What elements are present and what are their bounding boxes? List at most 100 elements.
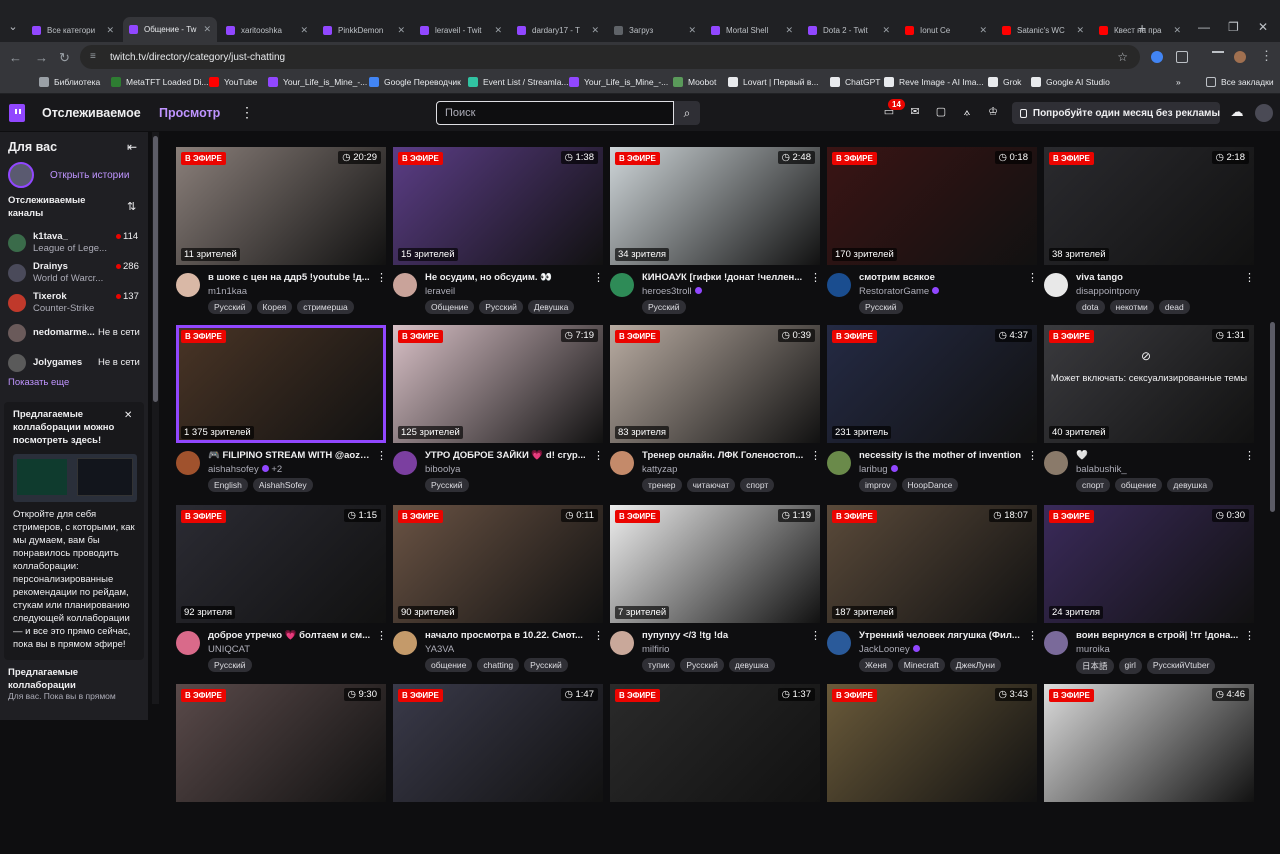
- streamer-name[interactable]: laribug: [859, 464, 898, 475]
- bookmark-item[interactable]: Grok: [988, 77, 1021, 87]
- stream-thumbnail[interactable]: В ЭФИРЕ 1 375 зрителей: [176, 325, 386, 443]
- browser-tab[interactable]: Общение - Tw ✕: [123, 17, 217, 42]
- bookmark-item[interactable]: ChatGPT: [830, 77, 880, 87]
- bookmark-item[interactable]: Google AI Studio: [1031, 77, 1110, 87]
- more-bookmarks-icon[interactable]: »: [1176, 77, 1181, 87]
- stream-tag[interactable]: девушка: [728, 658, 775, 672]
- streamer-name[interactable]: aishahsofey +2: [208, 464, 282, 475]
- crown-icon[interactable]: ♔: [986, 105, 1000, 119]
- stream-card[interactable]: В ЭФИРЕ ◷ 0:11 90 зрителей начало просмотра…: [393, 505, 604, 675]
- stream-card[interactable]: В ЭФИРЕ ◷ 1:31 ⊘ Может включать: сексуализи…: [1044, 325, 1255, 495]
- streamer-avatar[interactable]: [393, 273, 417, 297]
- card-more-icon[interactable]: ⋮: [593, 271, 604, 284]
- stream-thumbnail[interactable]: В ЭФИРЕ ◷ 0:11 90 зрителей: [393, 505, 603, 623]
- stream-tag[interactable]: Общение: [425, 300, 475, 314]
- card-more-icon[interactable]: ⋮: [593, 629, 604, 642]
- close-window-icon[interactable]: ✕: [1258, 20, 1268, 34]
- browser-tab[interactable]: PinkkDemon ✕: [317, 19, 411, 41]
- stream-tag[interactable]: girl: [1118, 658, 1142, 674]
- browser-tab[interactable]: Загруз ✕: [608, 19, 702, 41]
- streamer-avatar[interactable]: [827, 451, 851, 475]
- stream-card[interactable]: В ЭФИРЕ ◷ 2:18 38 зрителей viva tango disapp…: [1044, 147, 1255, 317]
- browser-tab[interactable]: Ionut Ce ✕: [899, 19, 993, 41]
- bookmark-star-icon[interactable]: ☆: [1117, 50, 1128, 64]
- address-bar[interactable]: ≡ twitch.tv/directory/category/just-chat…: [80, 45, 1140, 69]
- stream-thumbnail[interactable]: В ЭФИРЕ ◷ 4:46: [1044, 684, 1254, 802]
- streamer-name[interactable]: UNIQCAT: [208, 644, 250, 655]
- streamer-name[interactable]: JackLooney: [859, 644, 920, 655]
- card-more-icon[interactable]: ⋮: [1027, 629, 1038, 642]
- stream-thumbnail[interactable]: В ЭФИРЕ ◷ 2:48 34 зрителя: [610, 147, 820, 265]
- stream-card[interactable]: В ЭФИРЕ ◷ 18:07 187 зрителей Утренний челов…: [827, 505, 1038, 675]
- search-icon[interactable]: ⌕: [674, 101, 700, 125]
- stream-card[interactable]: В ЭФИРЕ ◷ 0:18 170 зрителей смотрим всякое R…: [827, 147, 1038, 317]
- stream-thumbnail[interactable]: В ЭФИРЕ ◷ 4:37 231 зритель: [827, 325, 1037, 443]
- streamer-name[interactable]: biboolya: [425, 464, 460, 475]
- streamer-avatar[interactable]: [610, 451, 634, 475]
- stream-thumbnail[interactable]: В ЭФИРЕ ◷ 18:07 187 зрителей: [827, 505, 1037, 623]
- sidebar-channel[interactable]: Drainys World of Warcr... 286: [8, 260, 142, 288]
- streamer-avatar[interactable]: [1044, 273, 1068, 297]
- stream-title[interactable]: viva tango: [1076, 272, 1241, 283]
- twitch-logo-icon[interactable]: [9, 104, 25, 122]
- stream-tag[interactable]: Русский: [208, 658, 252, 672]
- stream-tag[interactable]: Русский: [524, 658, 568, 672]
- stream-tag[interactable]: dota: [1076, 300, 1105, 314]
- streamer-name[interactable]: RestoratorGame: [859, 286, 940, 297]
- site-info-icon[interactable]: ≡: [90, 52, 100, 62]
- close-tab-icon[interactable]: ✕: [106, 25, 114, 36]
- nav-following[interactable]: Отслеживаемое: [42, 106, 141, 120]
- stream-thumbnail[interactable]: В ЭФИРЕ ◷ 0:18 170 зрителей: [827, 147, 1037, 265]
- browser-tab[interactable]: xaritooshka ✕: [220, 19, 314, 41]
- streamer-avatar[interactable]: [176, 631, 200, 655]
- stream-card[interactable]: В ЭФИРЕ ◷ 4:46: [1044, 684, 1254, 854]
- sidebar-scrollbar[interactable]: [152, 132, 159, 704]
- bits-icon[interactable]: ⟑: [960, 105, 974, 119]
- card-more-icon[interactable]: ⋮: [376, 271, 387, 284]
- stream-card[interactable]: В ЭФИРЕ ◷ 4:37 231 зритель necessity is the…: [827, 325, 1038, 495]
- close-tab-icon[interactable]: ✕: [494, 25, 502, 36]
- card-more-icon[interactable]: ⋮: [1244, 449, 1255, 462]
- browser-menu-icon[interactable]: ⋮: [1260, 48, 1273, 64]
- browser-tab[interactable]: Все категори ✕: [26, 19, 120, 41]
- stream-tag[interactable]: Русский: [680, 658, 724, 672]
- extension-icon[interactable]: [1151, 51, 1163, 63]
- stream-tag[interactable]: тупик: [642, 658, 676, 672]
- streamer-avatar[interactable]: [1044, 631, 1068, 655]
- stream-card[interactable]: В ЭФИРЕ ◷ 2:48 34 зрителя КИНОАУК [гифки !д…: [610, 147, 821, 317]
- stream-card[interactable]: В ЭФИРЕ ◷ 3:43: [827, 684, 1037, 854]
- stream-title[interactable]: Утренний человек лягушка (Фил...: [859, 630, 1024, 641]
- stream-tag[interactable]: Русский: [859, 300, 903, 314]
- stream-tag[interactable]: общение: [425, 658, 473, 672]
- card-more-icon[interactable]: ⋮: [810, 629, 821, 642]
- stream-title[interactable]: пупупуу </3 !tg !da: [642, 630, 807, 641]
- stream-thumbnail[interactable]: В ЭФИРЕ ◷ 2:18 38 зрителей: [1044, 147, 1254, 265]
- stream-card[interactable]: В ЭФИРЕ ◷ 1:37: [610, 684, 820, 854]
- open-stories[interactable]: Открыть истории: [8, 162, 129, 188]
- stream-tag[interactable]: РусскийVtuber: [1146, 658, 1216, 674]
- close-tab-icon[interactable]: ✕: [397, 25, 405, 36]
- browser-tab[interactable]: Dota 2 - Twit ✕: [802, 19, 896, 41]
- close-tab-icon[interactable]: ✕: [591, 25, 599, 36]
- stream-tag[interactable]: некотми: [1109, 300, 1154, 314]
- stream-title[interactable]: Не осудим, но обсудим. 👀: [425, 272, 590, 283]
- stream-thumbnail[interactable]: В ЭФИРЕ ◷ 1:37: [610, 684, 820, 802]
- restore-icon[interactable]: ❐: [1228, 20, 1239, 34]
- close-tab-icon[interactable]: ✕: [979, 25, 987, 36]
- browser-tab[interactable]: Satanic's WC ✕: [996, 19, 1090, 41]
- stream-card[interactable]: В ЭФИРЕ ◷ 7:19 125 зрителей УТРО ДОБРОЕ ЗАЙ…: [393, 325, 604, 495]
- nav-browse[interactable]: Просмотр: [159, 106, 220, 120]
- card-more-icon[interactable]: ⋮: [593, 449, 604, 462]
- card-more-icon[interactable]: ⋮: [1244, 271, 1255, 284]
- card-more-icon[interactable]: ⋮: [376, 449, 387, 462]
- stream-thumbnail[interactable]: В ЭФИРЕ ◷ 20:29 11 зрителей: [176, 147, 386, 265]
- stream-tag[interactable]: AishahSofey: [252, 478, 313, 492]
- stream-tag[interactable]: Женя: [859, 658, 893, 672]
- stream-title[interactable]: доброе утречко 💗 болтаем и см...: [208, 630, 373, 641]
- sort-icon[interactable]: ⇅: [127, 200, 136, 213]
- stream-tag[interactable]: English: [208, 478, 248, 492]
- close-tab-icon[interactable]: ✕: [1076, 25, 1084, 36]
- card-more-icon[interactable]: ⋮: [810, 271, 821, 284]
- streamer-name[interactable]: muroika: [1076, 644, 1110, 655]
- card-more-icon[interactable]: ⋮: [1027, 449, 1038, 462]
